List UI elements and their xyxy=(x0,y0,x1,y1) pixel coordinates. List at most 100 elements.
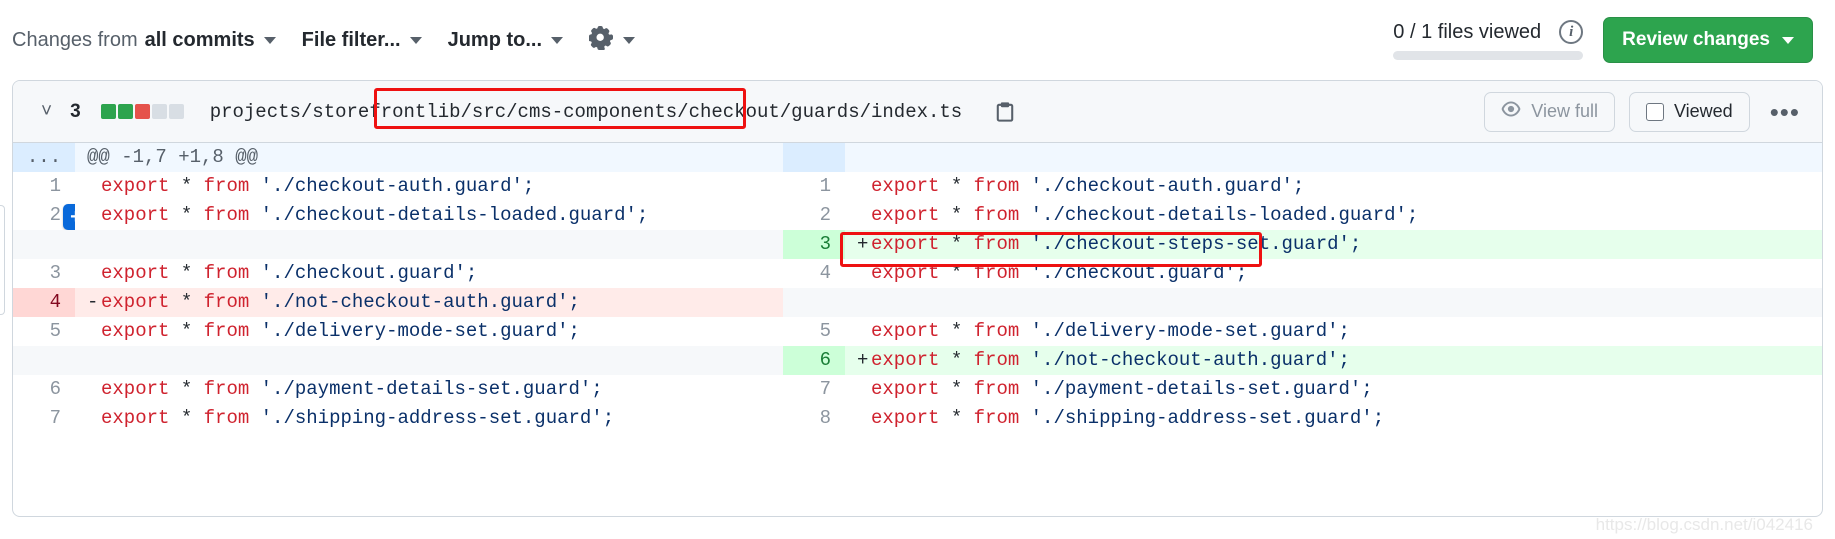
diff-line-number-right[interactable]: 4 xyxy=(783,259,845,288)
diff-code-cell-right[interactable]: export * from './shipping-address-set.gu… xyxy=(845,404,1822,433)
chevron-down-icon xyxy=(409,36,422,44)
view-full-button[interactable]: View full xyxy=(1484,91,1615,132)
diff-line-number-left[interactable]: 1 xyxy=(13,172,75,201)
diff-line-number-left[interactable]: 6 xyxy=(13,375,75,404)
diff-code-cell-right[interactable]: + export * from './not-checkout-auth.guar… xyxy=(845,346,1822,375)
diff-line-number-left[interactable]: 5 xyxy=(13,317,75,346)
diff-code-cell-left[interactable] xyxy=(75,346,783,375)
diff-row-ctx: 3 export * from './checkout.guard'; 4 expor… xyxy=(13,259,1822,288)
changes-from-value: all commits xyxy=(144,28,255,51)
file-options-kebab-icon[interactable]: ••• xyxy=(1764,99,1806,125)
diff-row-ctx: 6 export * from './payment-details-set.gu… xyxy=(13,375,1822,404)
gear-icon xyxy=(588,25,614,55)
diff-line-number-left[interactable]: ... xyxy=(13,143,75,172)
diff-line-number-right[interactable]: 2 xyxy=(783,201,845,230)
diff-code-cell-right[interactable]: export * from './delivery-mode-set.guard… xyxy=(845,317,1822,346)
diff-line-marker: + xyxy=(857,233,869,255)
diff-line-number-left[interactable]: 2+ xyxy=(13,201,75,230)
chevron-down-icon xyxy=(551,36,564,44)
diff-row-hunk: ... @@ -1,7 +1,8 @@ xyxy=(13,143,1822,172)
jump-to-label: Jump to... xyxy=(447,28,543,51)
diff-code-cell-right[interactable] xyxy=(845,288,1822,317)
diffstat-block-added xyxy=(117,104,133,119)
toolbar-right-group: 0 / 1 files viewed i Review changes xyxy=(1393,17,1813,63)
diff-code-cell-left[interactable] xyxy=(75,230,783,259)
diff-line-number-right[interactable] xyxy=(783,288,845,317)
eye-icon xyxy=(1501,99,1521,124)
diff-code-cell-right[interactable]: export * from './payment-details-set.gua… xyxy=(845,375,1822,404)
diffstat-bar xyxy=(100,104,184,119)
diff-line-number-left[interactable]: 7 xyxy=(13,404,75,433)
diff-row-ctx: 1 export * from './checkout-auth.guard'; 1… xyxy=(13,172,1822,201)
left-edge-artifact-top xyxy=(0,205,5,315)
diff-code-cell-left[interactable]: export * from './checkout.guard'; xyxy=(75,259,783,288)
files-viewed-progress-bar xyxy=(1393,51,1584,60)
diff-row-add: 3 + export * from './checkout-steps-set.gu… xyxy=(13,230,1822,259)
diff-code-cell-left[interactable]: export * from './shipping-address-set.gu… xyxy=(75,404,783,433)
diff-row-del: 4- export * from './not-checkout-auth.gua… xyxy=(13,288,1822,317)
viewed-label: Viewed xyxy=(1673,101,1733,121)
diff-row-ctx: 7 export * from './shipping-address-set.g… xyxy=(13,404,1822,433)
diff-code-cell-left[interactable]: export * from './checkout-details-loaded… xyxy=(75,201,783,230)
toolbar-left-group: Changes from all commits File filter... … xyxy=(12,25,636,55)
files-viewed-text: 0 / 1 files viewed xyxy=(1393,20,1542,43)
diff-line-number-left[interactable] xyxy=(13,230,75,259)
view-full-label: View full xyxy=(1531,101,1598,121)
diff-line-number-left[interactable]: 4 xyxy=(13,288,75,317)
review-changes-label: Review changes xyxy=(1622,29,1770,50)
files-viewed-row: 0 / 1 files viewed i xyxy=(1393,20,1584,44)
diff-line-number-right[interactable]: 1 xyxy=(783,172,845,201)
diff-toolbar: Changes from all commits File filter... … xyxy=(0,0,1835,80)
diff-line-number-right[interactable]: 7 xyxy=(783,375,845,404)
info-icon[interactable]: i xyxy=(1559,20,1584,44)
chevron-down-icon xyxy=(263,36,276,44)
diff-code-cell-left[interactable]: export * from './checkout-auth.guard'; xyxy=(75,172,783,201)
diffstat-block-neutral xyxy=(151,104,167,119)
clipboard-icon[interactable] xyxy=(994,101,1016,123)
diff-line-number-left[interactable]: 3 xyxy=(13,259,75,288)
viewed-checkbox-button[interactable]: Viewed xyxy=(1628,91,1750,132)
file-filter-dropdown[interactable]: File filter... xyxy=(302,29,422,52)
watermark-text: https://blog.csdn.net/i042416 xyxy=(1595,515,1813,534)
diff-code-cell-left[interactable]: export * from './payment-details-set.gua… xyxy=(75,375,783,404)
diff-row-ctx: 2+export * from './checkout-details-load… xyxy=(13,201,1822,230)
file-filter-label: File filter... xyxy=(301,28,401,51)
diff-row-add: 6 + export * from './not-checkout-auth.gua… xyxy=(13,346,1822,375)
diffstat-block-deleted xyxy=(134,104,150,119)
diff-code-cell-right[interactable]: export * from './checkout-auth.guard'; xyxy=(845,172,1822,201)
add-line-comment-button[interactable]: + xyxy=(63,204,75,230)
diff-line-number-left[interactable] xyxy=(13,346,75,375)
diff-rows: ... @@ -1,7 +1,8 @@ 1 export * from './chec… xyxy=(13,143,1822,433)
diff-code-cell-right[interactable]: + export * from './checkout-steps-set.gua… xyxy=(845,230,1822,259)
diff-line-number-right[interactable]: 8 xyxy=(783,404,845,433)
diff-line-marker: - xyxy=(87,291,99,313)
file-diff-card: ˅ 3 projects/storefrontlib/src/cms-compo… xyxy=(12,80,1823,517)
diff-table: ... @@ -1,7 +1,8 @@ 1 export * from './chec… xyxy=(13,143,1822,433)
diff-line-number-right[interactable]: 5 xyxy=(783,317,845,346)
collapse-file-chevron-down-icon[interactable]: ˅ xyxy=(41,102,52,121)
diff-code-cell-right xyxy=(845,143,1822,172)
diff-row-ctx: 5 export * from './delivery-mode-set.guar… xyxy=(13,317,1822,346)
diff-code-cell-left[interactable]: - export * from './not-checkout-auth.guar… xyxy=(75,288,783,317)
review-changes-button[interactable]: Review changes xyxy=(1603,17,1813,63)
diff-settings-dropdown[interactable] xyxy=(588,25,636,55)
diff-code-cell-left: @@ -1,7 +1,8 @@ xyxy=(75,143,783,172)
diff-code-cell-right[interactable]: export * from './checkout.guard'; xyxy=(845,259,1822,288)
file-path-label[interactable]: projects/storefrontlib/src/cms-component… xyxy=(210,101,963,123)
chevron-down-icon xyxy=(623,36,636,44)
diff-code-cell-left[interactable]: export * from './delivery-mode-set.guard… xyxy=(75,317,783,346)
diff-line-number-right[interactable]: 3 xyxy=(783,230,845,259)
diff-code-cell-right[interactable]: export * from './checkout-details-loaded… xyxy=(845,201,1822,230)
files-viewed-progress: 0 / 1 files viewed i xyxy=(1393,20,1584,60)
file-diff-header: ˅ 3 projects/storefrontlib/src/cms-compo… xyxy=(13,81,1822,143)
jump-to-dropdown[interactable]: Jump to... xyxy=(447,28,564,52)
diff-line-number-right[interactable] xyxy=(783,143,845,172)
diff-line-number-right[interactable]: 6 xyxy=(783,346,845,375)
chevron-down-icon xyxy=(1782,36,1794,44)
diffstat-block-added xyxy=(100,104,116,119)
changes-from-dropdown[interactable]: Changes from all commits xyxy=(12,29,276,52)
viewed-checkbox[interactable] xyxy=(1645,102,1664,121)
changes-from-prefix: Changes from xyxy=(12,28,138,51)
diffstat-block-neutral xyxy=(168,104,184,119)
file-header-actions: View full Viewed ••• xyxy=(1484,91,1806,132)
